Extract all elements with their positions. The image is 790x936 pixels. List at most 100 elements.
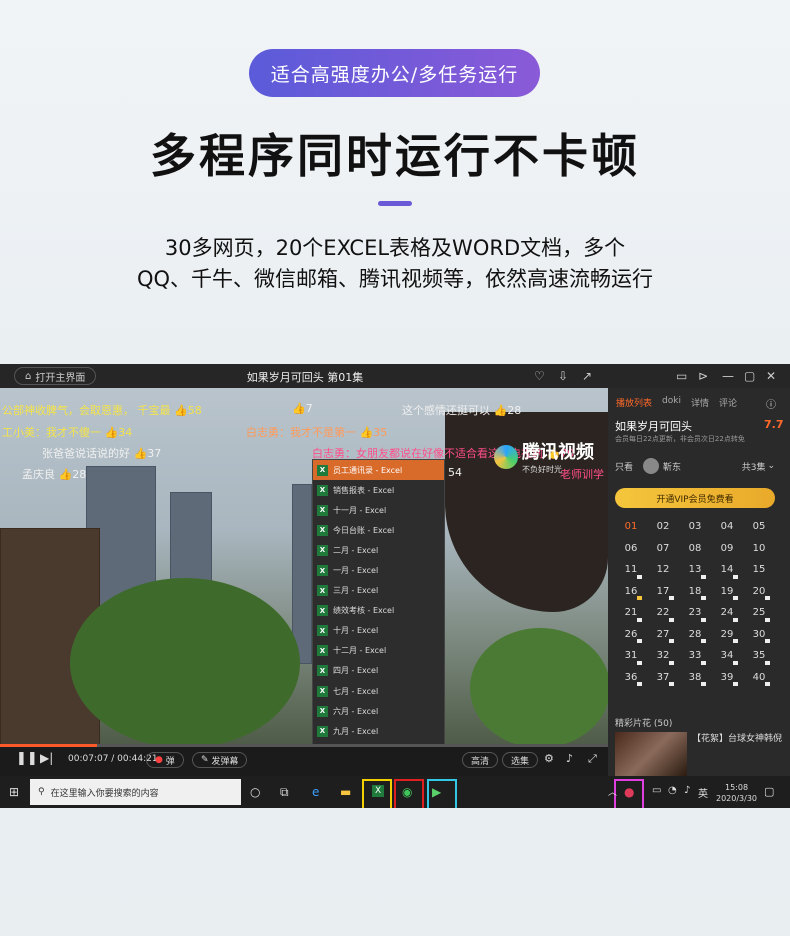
episode-item[interactable]: 08 <box>679 538 711 560</box>
episode-item[interactable]: 39 <box>711 667 743 689</box>
minimize-icon[interactable]: — <box>722 369 734 383</box>
excel-jumplist-item[interactable]: X 员工通讯录 - Excel <box>313 460 444 481</box>
episode-item[interactable]: 02 <box>647 516 679 538</box>
task-view-icon[interactable]: ⧉ <box>280 785 289 800</box>
taskbar-search[interactable]: ⚲ 在这里输入你要搜索的内容 <box>30 779 241 805</box>
actor-filter[interactable]: 只看 靳东 共3集 ⌄ <box>615 456 775 476</box>
pause-icon[interactable]: ❚❚ <box>16 751 38 766</box>
update-note: 会员每日22点更新，非会员次日22点转免 <box>615 435 745 443</box>
cortana-icon[interactable]: ○ <box>250 785 260 799</box>
episode-item[interactable]: 19 <box>711 581 743 603</box>
excel-jumplist-item[interactable]: X 今日台账 - Excel <box>313 520 444 540</box>
tab-details[interactable]: 详情 <box>691 396 709 409</box>
clip-title[interactable]: 【花絮】台球女神韩倪 <box>692 734 784 746</box>
network-icon[interactable]: ◔ <box>668 785 677 796</box>
episode-item[interactable]: 14 <box>711 559 743 581</box>
episode-item[interactable]: 30 <box>743 624 775 646</box>
episode-item[interactable]: 03 <box>679 516 711 538</box>
episode-item[interactable]: 36 <box>615 667 647 689</box>
excel-jumplist-item[interactable]: X 四月 - Excel <box>313 661 444 681</box>
maximize-icon[interactable]: ▢ <box>744 369 755 383</box>
excel-jumplist-item[interactable]: X 六月 - Excel <box>313 701 444 721</box>
episode-item[interactable]: 15 <box>743 559 775 581</box>
episode-item[interactable]: 32 <box>647 645 679 667</box>
episode-item[interactable]: 04 <box>711 516 743 538</box>
episode-item[interactable]: 31 <box>615 645 647 667</box>
tab-doki[interactable]: doki <box>662 396 681 409</box>
excel-jumplist-item[interactable]: X 三月 - Excel <box>313 581 444 601</box>
episode-item[interactable]: 11 <box>615 559 647 581</box>
episode-item[interactable]: 21 <box>615 602 647 624</box>
episode-item[interactable]: 01 <box>615 516 647 538</box>
video-area[interactable]: 公部神收脾气，会取恩惠， 千宝最 👍58 👍7 这个感情还挺可以 👍28 工小美… <box>0 388 608 744</box>
excel-item-label: 员工通讯录 - Excel <box>333 465 403 475</box>
episode-item[interactable]: 09 <box>711 538 743 560</box>
edit-icon: ✎ <box>201 755 209 765</box>
episode-item[interactable]: 28 <box>679 624 711 646</box>
send-danmaku-button[interactable]: ✎ 发弹幕 <box>192 752 248 768</box>
tray-expand-icon[interactable]: ︿ <box>608 785 617 798</box>
episode-item[interactable]: 12 <box>647 559 679 581</box>
episode-item[interactable]: 38 <box>679 667 711 689</box>
episode-item[interactable]: 33 <box>679 645 711 667</box>
episode-item[interactable]: 29 <box>711 624 743 646</box>
episode-item[interactable]: 05 <box>743 516 775 538</box>
excel-jumplist-item[interactable]: X 十二月 - Excel <box>313 641 444 661</box>
episode-item[interactable]: 10 <box>743 538 775 560</box>
speaker-icon[interactable]: ♪ <box>684 785 690 796</box>
notification-icon[interactable]: ▢ <box>764 785 774 798</box>
excel-jumplist-item[interactable]: X 十一月 - Excel <box>313 500 444 520</box>
file-explorer-icon[interactable]: ▬ <box>340 785 351 799</box>
taskbar-clock[interactable]: 15:08 2020/3/30 <box>716 782 757 804</box>
windows-start-icon[interactable]: ⊞ <box>9 785 19 799</box>
info-icon[interactable]: ⓘ <box>766 396 776 411</box>
episode-item[interactable]: 35 <box>743 645 775 667</box>
excel-jumplist-item[interactable]: X 九月 - Excel <box>313 721 444 741</box>
episode-select-button[interactable]: 选集 <box>502 752 539 768</box>
tab-comments[interactable]: 评论 <box>719 396 737 409</box>
battery-icon[interactable]: ▭ <box>652 785 661 796</box>
episode-item[interactable]: 40 <box>743 667 775 689</box>
episode-item[interactable]: 27 <box>647 624 679 646</box>
clip-thumbnail[interactable] <box>615 732 687 776</box>
episode-item[interactable]: 26 <box>615 624 647 646</box>
pin-icon[interactable]: ⊳ <box>698 369 708 383</box>
ime-indicator[interactable]: 英 <box>698 785 708 800</box>
episode-item[interactable]: 25 <box>743 602 775 624</box>
episode-item[interactable]: 20 <box>743 581 775 603</box>
progress-bar[interactable] <box>0 744 608 747</box>
episode-item[interactable]: 07 <box>647 538 679 560</box>
excel-jumplist-item[interactable]: X 二月 - Excel <box>313 540 444 560</box>
excel-jumplist-item[interactable]: X 绩效考核 - Excel <box>313 601 444 621</box>
danmaku-toggle[interactable]: ● 弹 <box>146 752 184 768</box>
episode-item[interactable]: 24 <box>711 602 743 624</box>
close-icon[interactable]: ✕ <box>766 369 776 383</box>
home-button[interactable]: ⌂ 打开主界面 <box>14 367 97 385</box>
settings-icon[interactable]: ⚙ <box>544 752 554 765</box>
download-icon[interactable]: ⇩ <box>558 369 568 383</box>
episode-item[interactable]: 37 <box>647 667 679 689</box>
episode-item[interactable]: 06 <box>615 538 647 560</box>
share-icon[interactable]: ↗ <box>582 369 592 383</box>
next-icon[interactable]: ▶| <box>40 751 53 765</box>
episode-item[interactable]: 23 <box>679 602 711 624</box>
pip-icon[interactable]: ▭ <box>676 369 687 383</box>
qq-icon[interactable]: ● <box>624 785 634 799</box>
volume-icon[interactable]: ♪ <box>566 752 573 765</box>
tab-playlist[interactable]: 播放列表 <box>616 396 652 409</box>
episode-item[interactable]: 22 <box>647 602 679 624</box>
excel-jumplist-item[interactable]: X 一月 - Excel <box>313 560 444 580</box>
excel-jumplist-item[interactable]: X 销售报表 - Excel <box>313 480 444 500</box>
episode-item[interactable]: 17 <box>647 581 679 603</box>
episode-item[interactable]: 34 <box>711 645 743 667</box>
excel-jumplist-item[interactable]: X 十月 - Excel <box>313 621 444 641</box>
fullscreen-icon[interactable]: ⤢ <box>588 752 597 766</box>
heart-icon[interactable]: ♡ <box>534 369 545 383</box>
vip-button[interactable]: 开通VIP会员免费看 <box>615 488 775 508</box>
edge-icon[interactable]: e <box>312 785 319 799</box>
episode-item[interactable]: 13 <box>679 559 711 581</box>
quality-button[interactable]: 高清 <box>462 752 499 768</box>
excel-jumplist-item[interactable]: X 七月 - Excel <box>313 681 444 701</box>
episode-item[interactable]: 16 <box>615 581 647 603</box>
episode-item[interactable]: 18 <box>679 581 711 603</box>
